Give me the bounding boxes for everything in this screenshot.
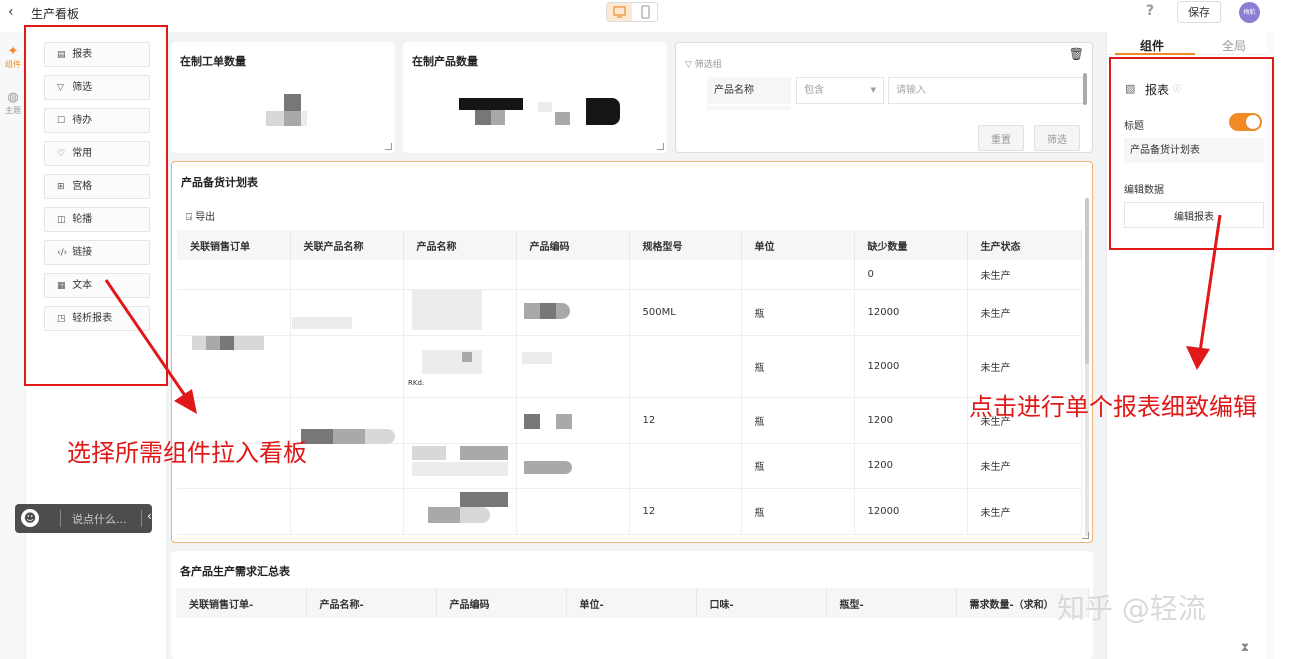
annotation-arrow-line-left <box>104 279 190 401</box>
annotation-arrows <box>104 214 1222 414</box>
hourglass-icon: ⧗ <box>1240 640 1250 654</box>
annotation-arrowhead-left <box>174 389 197 414</box>
annotation-arrowhead-right <box>1186 346 1210 370</box>
annotation-text-left: 选择所需组件拉入看板 <box>67 439 307 467</box>
watermark: 知乎 @轻流 <box>1057 592 1206 625</box>
annotation-text-right: 点击进行单个报表细致编辑 <box>969 393 1257 421</box>
annotation-arrow-line-right <box>1198 214 1222 353</box>
